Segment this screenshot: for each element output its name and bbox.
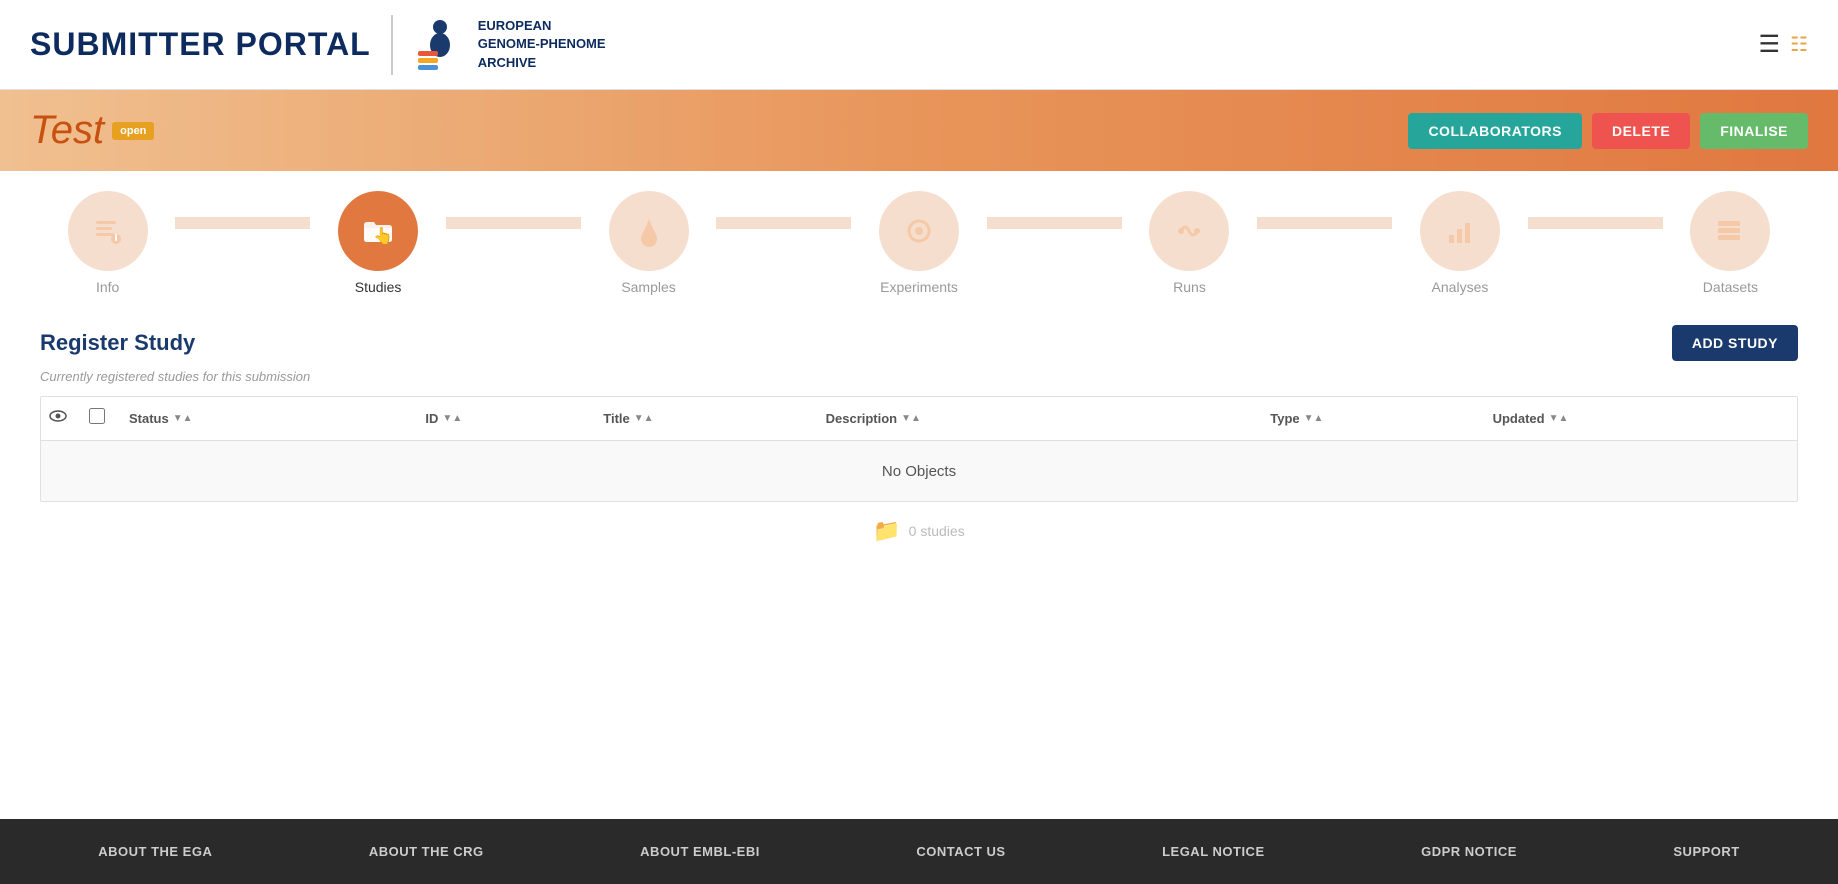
runs-step-icon (1171, 213, 1207, 249)
connector-5 (1257, 217, 1392, 229)
step-info-label: Info (96, 279, 119, 295)
step-studies-circle[interactable]: 👆 (338, 191, 418, 271)
status-badge: open (112, 122, 154, 140)
desc-filter-icon[interactable]: ▼▲ (901, 413, 921, 424)
table-header: Status ▼▲ ID ▼▲ Title ▼▲ Description ▼▲ … (41, 397, 1797, 441)
portal-title: SUBMITTER PORTAL (30, 26, 371, 63)
th-status: Status ▼▲ (129, 411, 425, 426)
footer-gdpr-notice[interactable]: GDPR NOTICE (1421, 844, 1517, 859)
experiments-step-icon (901, 213, 937, 249)
connector-4 (987, 217, 1122, 229)
step-studies[interactable]: 👆 Studies (310, 191, 445, 295)
step-runs-label: Runs (1173, 279, 1206, 295)
empty-folder-icon: 📁 (873, 518, 900, 544)
header-divider (391, 15, 393, 75)
th-id-label: ID (425, 411, 438, 426)
studies-step-icon: 👆 (358, 211, 398, 251)
connector-1 (175, 217, 310, 229)
logo-text: EUROPEAN GENOME-PHENOME ARCHIVE (478, 17, 606, 72)
eye-icon (49, 407, 67, 425)
table-body: No Objects (41, 441, 1797, 501)
step-analyses[interactable]: Analyses (1392, 191, 1527, 295)
step-info[interactable]: Info (40, 191, 175, 295)
select-all-checkbox[interactable] (89, 408, 105, 424)
th-description: Description ▼▲ (826, 411, 1271, 426)
th-type-label: Type (1270, 411, 1299, 426)
footer-legal-notice[interactable]: LEGAL NOTICE (1162, 844, 1265, 859)
th-updated: Updated ▼▲ (1493, 411, 1789, 426)
th-id: ID ▼▲ (425, 411, 603, 426)
connector-2 (446, 217, 581, 229)
step-studies-label: Studies (355, 279, 402, 295)
footer-about-ega[interactable]: ABOUT THE EGA (98, 844, 212, 859)
finalise-button[interactable]: FINALISE (1700, 113, 1808, 149)
add-study-button[interactable]: ADD STUDY (1672, 325, 1798, 361)
register-study-header: Register Study ADD STUDY (40, 325, 1798, 361)
datasets-step-icon (1712, 213, 1748, 249)
no-objects-message: No Objects (862, 443, 976, 500)
collaborators-button[interactable]: COLLABORATORS (1408, 113, 1582, 149)
banner-buttons: COLLABORATORS DELETE FINALISE (1408, 113, 1808, 149)
th-eye (49, 407, 89, 430)
delete-button[interactable]: DELETE (1592, 113, 1690, 149)
empty-count-text: 0 studies (909, 523, 965, 539)
th-updated-label: Updated (1493, 411, 1545, 426)
step-experiments[interactable]: Experiments (851, 191, 986, 295)
main-content: Register Study ADD STUDY Currently regis… (0, 305, 1838, 819)
step-experiments-circle[interactable] (879, 191, 959, 271)
step-samples[interactable]: Samples (581, 191, 716, 295)
step-runs-circle[interactable] (1149, 191, 1229, 271)
register-study-subtitle: Currently registered studies for this su… (40, 369, 1798, 384)
header-actions: ☰ ☷ (1759, 30, 1808, 59)
updated-filter-icon[interactable]: ▼▲ (1549, 413, 1569, 424)
hamburger-icon[interactable]: ☰ (1759, 30, 1781, 59)
step-datasets[interactable]: Datasets (1663, 191, 1798, 295)
th-desc-label: Description (826, 411, 898, 426)
step-analyses-label: Analyses (1432, 279, 1489, 295)
title-filter-icon[interactable]: ▼▲ (634, 413, 654, 424)
step-experiments-label: Experiments (880, 279, 958, 295)
header: SUBMITTER PORTAL EUROPEAN GENOME-PHENOME… (0, 0, 1838, 90)
status-filter-icon[interactable]: ▼▲ (173, 413, 193, 424)
chat-icon[interactable]: ☷ (1790, 32, 1808, 57)
analyses-step-icon (1442, 213, 1478, 249)
info-step-icon (90, 213, 126, 249)
step-analyses-circle[interactable] (1420, 191, 1500, 271)
step-datasets-circle[interactable] (1690, 191, 1770, 271)
type-filter-icon[interactable]: ▼▲ (1304, 413, 1324, 424)
step-samples-circle[interactable] (609, 191, 689, 271)
empty-state: 📁 0 studies (40, 502, 1798, 560)
th-type: Type ▼▲ (1270, 411, 1492, 426)
connector-6 (1528, 217, 1663, 229)
register-study-title: Register Study (40, 330, 195, 356)
footer-support[interactable]: SUPPORT (1673, 844, 1739, 859)
id-filter-icon[interactable]: ▼▲ (442, 413, 462, 424)
steps-row: Info 👆 Studies (40, 191, 1798, 295)
logo-area: EUROPEAN GENOME-PHENOME ARCHIVE (413, 17, 606, 72)
th-checkbox[interactable] (89, 408, 129, 429)
submission-banner: Test open COLLABORATORS DELETE FINALISE (0, 90, 1838, 171)
th-status-label: Status (129, 411, 169, 426)
connector-3 (716, 217, 851, 229)
footer-about-crg[interactable]: ABOUT THE CRG (369, 844, 484, 859)
studies-table: Status ▼▲ ID ▼▲ Title ▼▲ Description ▼▲ … (40, 396, 1798, 502)
step-runs[interactable]: Runs (1122, 191, 1257, 295)
svg-text:👆: 👆 (373, 226, 393, 245)
step-samples-label: Samples (621, 279, 675, 295)
submission-name: Test (30, 108, 104, 153)
th-title: Title ▼▲ (603, 411, 825, 426)
workflow-steps: Info 👆 Studies (0, 171, 1838, 305)
step-datasets-label: Datasets (1703, 279, 1758, 295)
footer-about-embl-ebi[interactable]: ABOUT EMBL-EBI (640, 844, 760, 859)
samples-step-icon (631, 213, 667, 249)
footer-contact-us[interactable]: CONTACT US (916, 844, 1005, 859)
footer: ABOUT THE EGA ABOUT THE CRG ABOUT EMBL-E… (0, 819, 1838, 884)
step-info-circle[interactable] (68, 191, 148, 271)
th-title-label: Title (603, 411, 630, 426)
ega-logo-icon (413, 17, 468, 72)
